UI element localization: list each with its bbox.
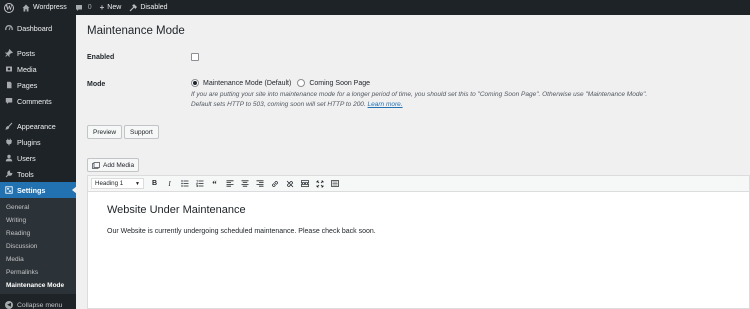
- page-title: Maintenance Mode: [87, 25, 185, 37]
- editor-body-text: Our Website is currently undergoing sche…: [107, 228, 376, 235]
- maintenance-mode-option-label[interactable]: Maintenance Mode (Default): [203, 80, 291, 87]
- learn-more-link[interactable]: Learn more.: [368, 101, 403, 108]
- settings-submenu: General Writing Reading Discussion Media…: [0, 198, 76, 294]
- blockquote-icon[interactable]: “: [207, 178, 222, 190]
- main-content: Maintenance Mode Enabled Mode Maintenanc…: [76, 15, 750, 309]
- sidebar-item-posts[interactable]: Posts: [0, 45, 76, 61]
- coming-soon-option-label[interactable]: Coming Soon Page: [309, 80, 370, 87]
- italic-icon[interactable]: I: [162, 178, 177, 190]
- editor-heading: Website Under Maintenance: [107, 204, 246, 216]
- settings-icon: [5, 186, 13, 194]
- submenu-item-general[interactable]: General: [0, 201, 76, 214]
- admin-bar: W Wordpress 0 + New Disabled: [0, 0, 750, 15]
- home-icon: [22, 4, 30, 12]
- fullscreen-icon[interactable]: [312, 178, 327, 190]
- wordpress-logo-button[interactable]: W: [0, 0, 18, 15]
- collapse-label: Collapse menu: [17, 301, 63, 309]
- sidebar-item-comments[interactable]: Comments: [0, 93, 76, 109]
- sidebar-item-label: Posts: [17, 48, 35, 58]
- add-media-label: Add Media: [103, 161, 135, 169]
- bulleted-list-icon[interactable]: [177, 178, 192, 190]
- coming-soon-radio[interactable]: [297, 79, 306, 87]
- toolbar-toggle-icon[interactable]: [327, 178, 342, 190]
- add-media-icon: [92, 161, 100, 169]
- mode-status: Disabled: [140, 4, 168, 11]
- submenu-item-permalinks[interactable]: Permalinks: [0, 266, 76, 279]
- sidebar-item-label: Comments: [17, 96, 52, 106]
- enabled-checkbox[interactable]: [191, 53, 199, 61]
- wordpress-logo-icon: W: [4, 2, 14, 13]
- read-more-icon[interactable]: [297, 178, 312, 190]
- numbered-list-icon[interactable]: [192, 178, 207, 190]
- sidebar-item-media[interactable]: Media: [0, 61, 76, 77]
- align-left-icon[interactable]: [222, 178, 237, 190]
- comment-bubble-icon: [75, 4, 83, 12]
- mode-description: If you are putting your site into mainte…: [191, 90, 741, 110]
- bold-icon[interactable]: B: [147, 178, 162, 190]
- support-button[interactable]: Support: [124, 125, 159, 139]
- sidebar-item-label: Media: [17, 64, 37, 74]
- submenu-item-discussion[interactable]: Discussion: [0, 240, 76, 253]
- plus-icon: +: [99, 3, 105, 12]
- editor-toolbar: Heading 1 ▼ B I “: [88, 176, 749, 192]
- chevron-down-icon: ▼: [135, 180, 140, 187]
- sidebar-item-appearance[interactable]: Appearance: [0, 118, 76, 134]
- sidebar-item-dashboard[interactable]: Dashboard: [0, 20, 76, 36]
- mode-label: Mode: [87, 81, 106, 88]
- plug-icon: [5, 138, 13, 146]
- preview-button[interactable]: Preview: [87, 125, 123, 139]
- page-icon: [5, 81, 13, 89]
- description-line-2: Default sets HTTP to 503, coming soon wi…: [191, 100, 741, 110]
- comment-icon: [5, 97, 13, 105]
- unlink-icon[interactable]: [282, 178, 297, 190]
- collapse-menu-button[interactable]: ◀ Collapse menu: [0, 297, 76, 309]
- new-label: New: [107, 4, 122, 11]
- site-name-link[interactable]: Wordpress: [18, 0, 71, 15]
- wrench-icon: [5, 170, 13, 178]
- enabled-label: Enabled: [87, 54, 115, 61]
- sidebar-item-label: Dashboard: [17, 23, 53, 33]
- sidebar-item-pages[interactable]: Pages: [0, 77, 76, 93]
- maintenance-mode-radio[interactable]: [191, 79, 199, 87]
- collapse-arrow-icon: ◀: [5, 301, 13, 309]
- submenu-item-media[interactable]: Media: [0, 253, 76, 266]
- user-icon: [5, 154, 13, 162]
- maintenance-status-link[interactable]: Disabled: [125, 0, 171, 15]
- brush-icon: [5, 122, 13, 130]
- submenu-item-writing[interactable]: Writing: [0, 214, 76, 227]
- gauge-icon: [5, 24, 13, 32]
- content-editor: Heading 1 ▼ B I “ Website Under Maintena…: [87, 175, 750, 309]
- hammer-icon: [129, 3, 138, 12]
- add-media-button[interactable]: Add Media: [87, 158, 140, 172]
- site-name: Wordpress: [33, 4, 67, 11]
- sidebar-item-plugins[interactable]: Plugins: [0, 134, 76, 150]
- sidebar-item-users[interactable]: Users: [0, 150, 76, 166]
- comments-link[interactable]: 0: [71, 0, 96, 15]
- new-content-button[interactable]: + New: [96, 0, 126, 15]
- align-right-icon[interactable]: [252, 178, 267, 190]
- pin-icon: [5, 49, 13, 57]
- format-select-value: Heading 1: [95, 180, 124, 187]
- editor-content[interactable]: Website Under Maintenance Our Website is…: [88, 192, 749, 238]
- sidebar-item-label: Plugins: [17, 137, 41, 147]
- align-center-icon[interactable]: [237, 178, 252, 190]
- comments-count: 0: [87, 4, 92, 11]
- sidebar-item-label: Tools: [17, 169, 34, 179]
- submenu-item-reading[interactable]: Reading: [0, 227, 76, 240]
- sidebar-item-settings[interactable]: Settings: [0, 182, 77, 198]
- mode-radio-group: Maintenance Mode (Default) Coming Soon P…: [191, 79, 370, 87]
- sidebar-item-label: Settings: [17, 185, 46, 195]
- format-select[interactable]: Heading 1 ▼: [91, 178, 144, 189]
- description-line-1: If you are putting your site into mainte…: [191, 91, 648, 98]
- sidebar-item-label: Pages: [17, 80, 38, 90]
- sidebar-item-label: Users: [17, 153, 36, 163]
- description-http-text: Default sets HTTP to 503, coming soon wi…: [191, 101, 366, 108]
- link-icon[interactable]: [267, 178, 282, 190]
- admin-sidebar: Dashboard Posts Media Pages Comments App…: [0, 15, 77, 309]
- sidebar-item-label: Appearance: [17, 121, 56, 131]
- sidebar-item-tools[interactable]: Tools: [0, 166, 76, 182]
- media-icon: [5, 65, 13, 73]
- submenu-item-maintenance-mode[interactable]: Maintenance Mode: [0, 279, 76, 292]
